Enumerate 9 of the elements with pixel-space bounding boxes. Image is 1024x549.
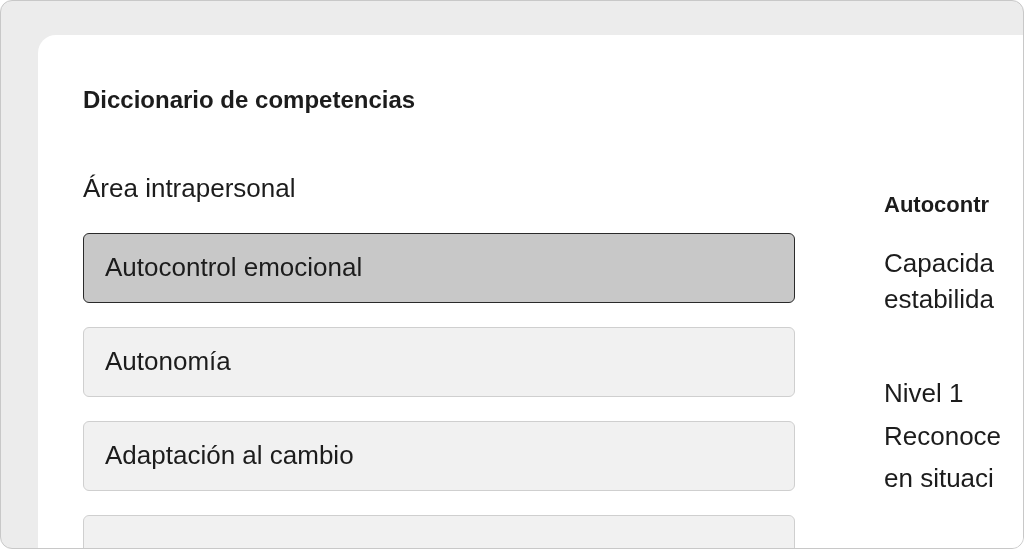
description-text: Capacida estabilida <box>884 247 995 316</box>
competency-item[interactable]: Autocontrol emocional <box>83 233 795 303</box>
level-description: Reconoce en situaci <box>884 420 1002 495</box>
competency-item[interactable]: Adaptación al cambio <box>83 421 795 491</box>
competency-item[interactable]: Autonomía <box>83 327 795 397</box>
level-title: Nivel 1 <box>884 377 965 410</box>
competency-heading: Autocontr <box>884 191 991 219</box>
dialog-title: Diccionario de competencias <box>83 85 417 115</box>
area-label: Área intrapersonal <box>83 173 297 203</box>
